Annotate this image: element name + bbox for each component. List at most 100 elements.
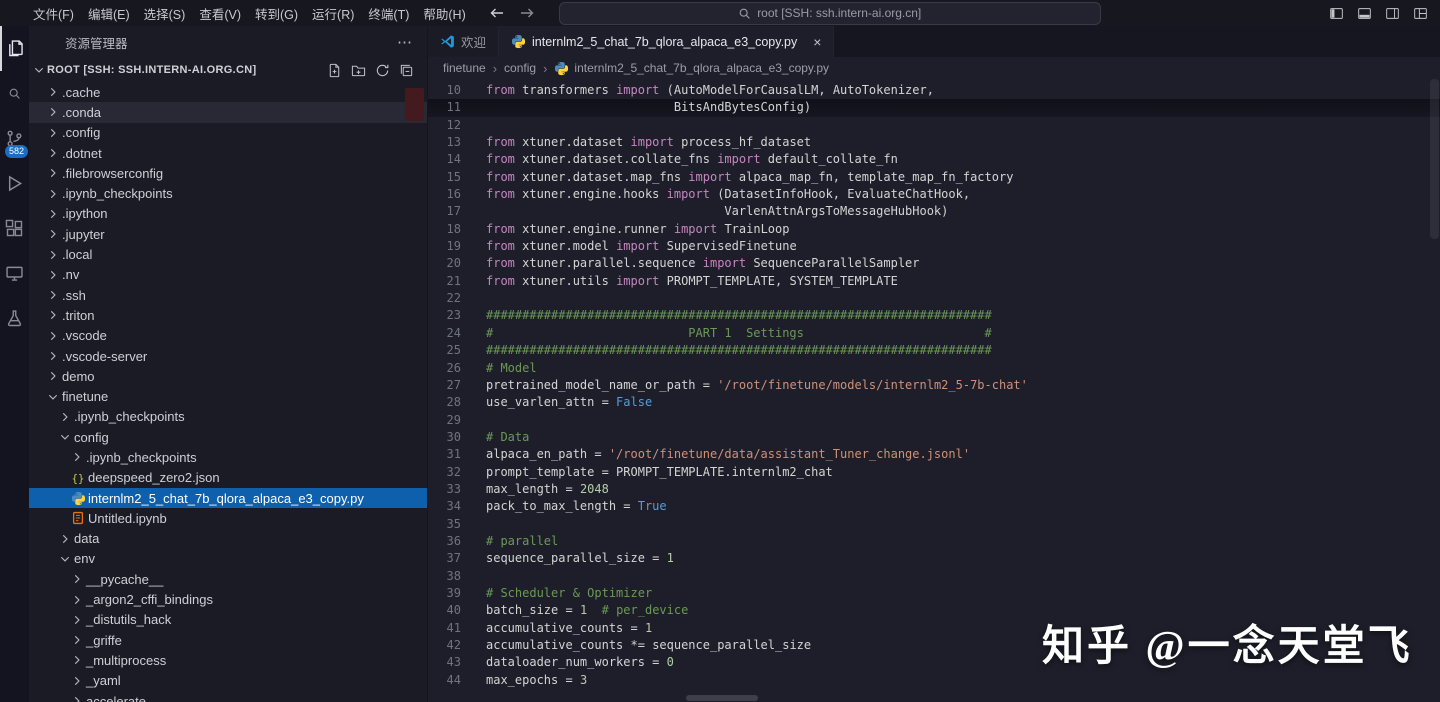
code-line[interactable]: 33 max_length = 2048	[428, 481, 1440, 498]
activity-extensions[interactable]	[1, 206, 28, 251]
customize-layout-icon[interactable]	[1413, 6, 1428, 21]
tree-item[interactable]: .triton	[29, 305, 427, 325]
activity-run-debug[interactable]	[1, 161, 28, 206]
code-line[interactable]: 26 # Model	[428, 360, 1440, 377]
tree-item[interactable]: _yaml	[29, 671, 427, 691]
code-line[interactable]: 38	[428, 568, 1440, 585]
tree-item[interactable]: .cache	[29, 82, 427, 102]
tree-item[interactable]: .vscode	[29, 326, 427, 346]
tree-item[interactable]: .jupyter	[29, 224, 427, 244]
code-line[interactable]: 11 BitsAndBytesConfig)	[428, 99, 1440, 117]
activity-search[interactable]	[1, 71, 28, 116]
tree-item[interactable]: env	[29, 549, 427, 569]
back-icon[interactable]	[489, 5, 505, 21]
code-line[interactable]: 22	[428, 290, 1440, 307]
tree-item[interactable]: _distutils_hack	[29, 610, 427, 630]
more-actions-icon[interactable]: ⋯	[397, 33, 413, 51]
menu-item[interactable]: 查看(V)	[192, 2, 248, 25]
tree-item[interactable]: .ipython	[29, 204, 427, 224]
tree-item[interactable]: .config	[29, 123, 427, 143]
tree-item[interactable]: .conda	[29, 102, 427, 123]
activity-testing[interactable]	[1, 296, 28, 341]
tree-item[interactable]: {} deepspeed_zero2.json	[29, 468, 427, 488]
breadcrumb-item[interactable]: internlm2_5_chat_7b_qlora_alpaca_e3_copy…	[554, 61, 829, 76]
new-file-icon[interactable]	[327, 63, 342, 78]
collapse-all-icon[interactable]	[399, 63, 414, 78]
code-line[interactable]: 43 dataloader_num_workers = 0	[428, 654, 1440, 671]
code-line[interactable]: 17 VarlenAttnArgsToMessageHubHook)	[428, 203, 1440, 220]
menu-item[interactable]: 运行(R)	[305, 2, 361, 25]
code-line[interactable]: 18 from xtuner.engine.runner import Train…	[428, 221, 1440, 238]
code-line[interactable]: 25 ######################################…	[428, 342, 1440, 359]
code-line[interactable]: 15 from xtuner.dataset.map_fns import alp…	[428, 169, 1440, 186]
refresh-icon[interactable]	[375, 63, 390, 78]
code-line[interactable]: 10 from transformers import (AutoModelFor…	[428, 82, 1440, 99]
code-line[interactable]: 20 from xtuner.parallel.sequence import S…	[428, 255, 1440, 272]
tab[interactable]: internlm2_5_chat_7b_qlora_alpaca_e3_copy…	[499, 26, 835, 57]
breadcrumb-item[interactable]: config	[504, 61, 536, 75]
code-line[interactable]: 34 pack_to_max_length = True	[428, 498, 1440, 515]
tree-item[interactable]: finetune	[29, 386, 427, 406]
layout-panel-icon[interactable]	[1357, 6, 1372, 21]
code-line[interactable]: 21 from xtuner.utils import PROMPT_TEMPLA…	[428, 273, 1440, 290]
tree-item[interactable]: .ipynb_checkpoints	[29, 447, 427, 467]
code-line[interactable]: 30 # Data	[428, 429, 1440, 446]
code-line[interactable]: 19 from xtuner.model import SupervisedFin…	[428, 238, 1440, 255]
activity-source-control[interactable]: 582	[1, 116, 28, 161]
tree-item[interactable]: internlm2_5_chat_7b_qlora_alpaca_e3_copy…	[29, 487, 427, 509]
menu-item[interactable]: 选择(S)	[137, 2, 193, 25]
code-line[interactable]: 27 pretrained_model_name_or_path = '/root…	[428, 377, 1440, 394]
tree-item[interactable]: .ssh	[29, 285, 427, 305]
code-line[interactable]: 42 accumulative_counts *= sequence_parall…	[428, 637, 1440, 654]
tree-item[interactable]: .nv	[29, 265, 427, 285]
tree-item[interactable]: data	[29, 529, 427, 549]
tree-item[interactable]: .ipynb_checkpoints	[29, 407, 427, 427]
tree-item[interactable]: accelerate	[29, 691, 427, 702]
editor-horizontal-scrollbar[interactable]	[686, 695, 758, 701]
tab[interactable]: 欢迎	[428, 26, 500, 57]
menu-item[interactable]: 文件(F)	[26, 2, 81, 25]
code-line[interactable]: 29	[428, 412, 1440, 429]
command-center[interactable]: root [SSH: ssh.intern-ai.org.cn]	[558, 1, 1101, 25]
code-line[interactable]: 35	[428, 516, 1440, 533]
code-line[interactable]: 36 # parallel	[428, 533, 1440, 550]
tree-item[interactable]: .filebrowserconfig	[29, 163, 427, 183]
tree-item[interactable]: config	[29, 427, 427, 447]
code-line[interactable]: 41 accumulative_counts = 1	[428, 620, 1440, 637]
tree-item[interactable]: demo	[29, 366, 427, 386]
explorer-section-header[interactable]: ROOT [SSH: SSH.INTERN-AI.ORG.CN]	[29, 58, 427, 82]
code-line[interactable]: 13 from xtuner.dataset import process_hf_…	[428, 134, 1440, 151]
code-line[interactable]: 37 sequence_parallel_size = 1	[428, 550, 1440, 567]
menu-item[interactable]: 编辑(E)	[81, 2, 137, 25]
activity-explorer[interactable]	[0, 26, 29, 71]
code-line[interactable]: 16 from xtuner.engine.hooks import (Datas…	[428, 186, 1440, 203]
tree-item[interactable]: _argon2_cffi_bindings	[29, 589, 427, 609]
tree-item[interactable]: _multiprocess	[29, 650, 427, 670]
menu-item[interactable]: 转到(G)	[248, 2, 305, 25]
code-line[interactable]: 14 from xtuner.dataset.collate_fns import…	[428, 151, 1440, 168]
tree-item[interactable]: .vscode-server	[29, 346, 427, 366]
tree-item[interactable]: Untitled.ipynb	[29, 508, 427, 528]
code-line[interactable]: 39 # Scheduler & Optimizer	[428, 585, 1440, 602]
tree-item[interactable]: .ipynb_checkpoints	[29, 183, 427, 203]
breadcrumb-item[interactable]: finetune	[443, 61, 486, 75]
new-folder-icon[interactable]	[351, 63, 366, 78]
code-line[interactable]: 12	[428, 117, 1440, 134]
code-line[interactable]: 28 use_varlen_attn = False	[428, 394, 1440, 411]
menu-item[interactable]: 终端(T)	[361, 2, 416, 25]
layout-sidebar-right-icon[interactable]	[1385, 6, 1400, 21]
forward-icon[interactable]	[519, 5, 535, 21]
code-line[interactable]: 44 max_epochs = 3	[428, 672, 1440, 689]
tree-item[interactable]: __pycache__	[29, 569, 427, 589]
tree-item[interactable]: _griffe	[29, 630, 427, 650]
activity-remote-explorer[interactable]	[1, 251, 28, 296]
code-line[interactable]: 32 prompt_template = PROMPT_TEMPLATE.inte…	[428, 464, 1440, 481]
sidebar-scrollbar-thumb[interactable]	[405, 88, 424, 121]
code-line[interactable]: 24 # PART 1 Settings #	[428, 325, 1440, 342]
code-line[interactable]: 40 batch_size = 1 # per_device	[428, 602, 1440, 619]
code-line[interactable]: 31 alpaca_en_path = '/root/finetune/data/…	[428, 446, 1440, 463]
tree-item[interactable]: .local	[29, 244, 427, 264]
menu-item[interactable]: 帮助(H)	[416, 2, 472, 25]
close-icon[interactable]: ×	[813, 34, 821, 50]
layout-sidebar-left-icon[interactable]	[1329, 6, 1344, 21]
